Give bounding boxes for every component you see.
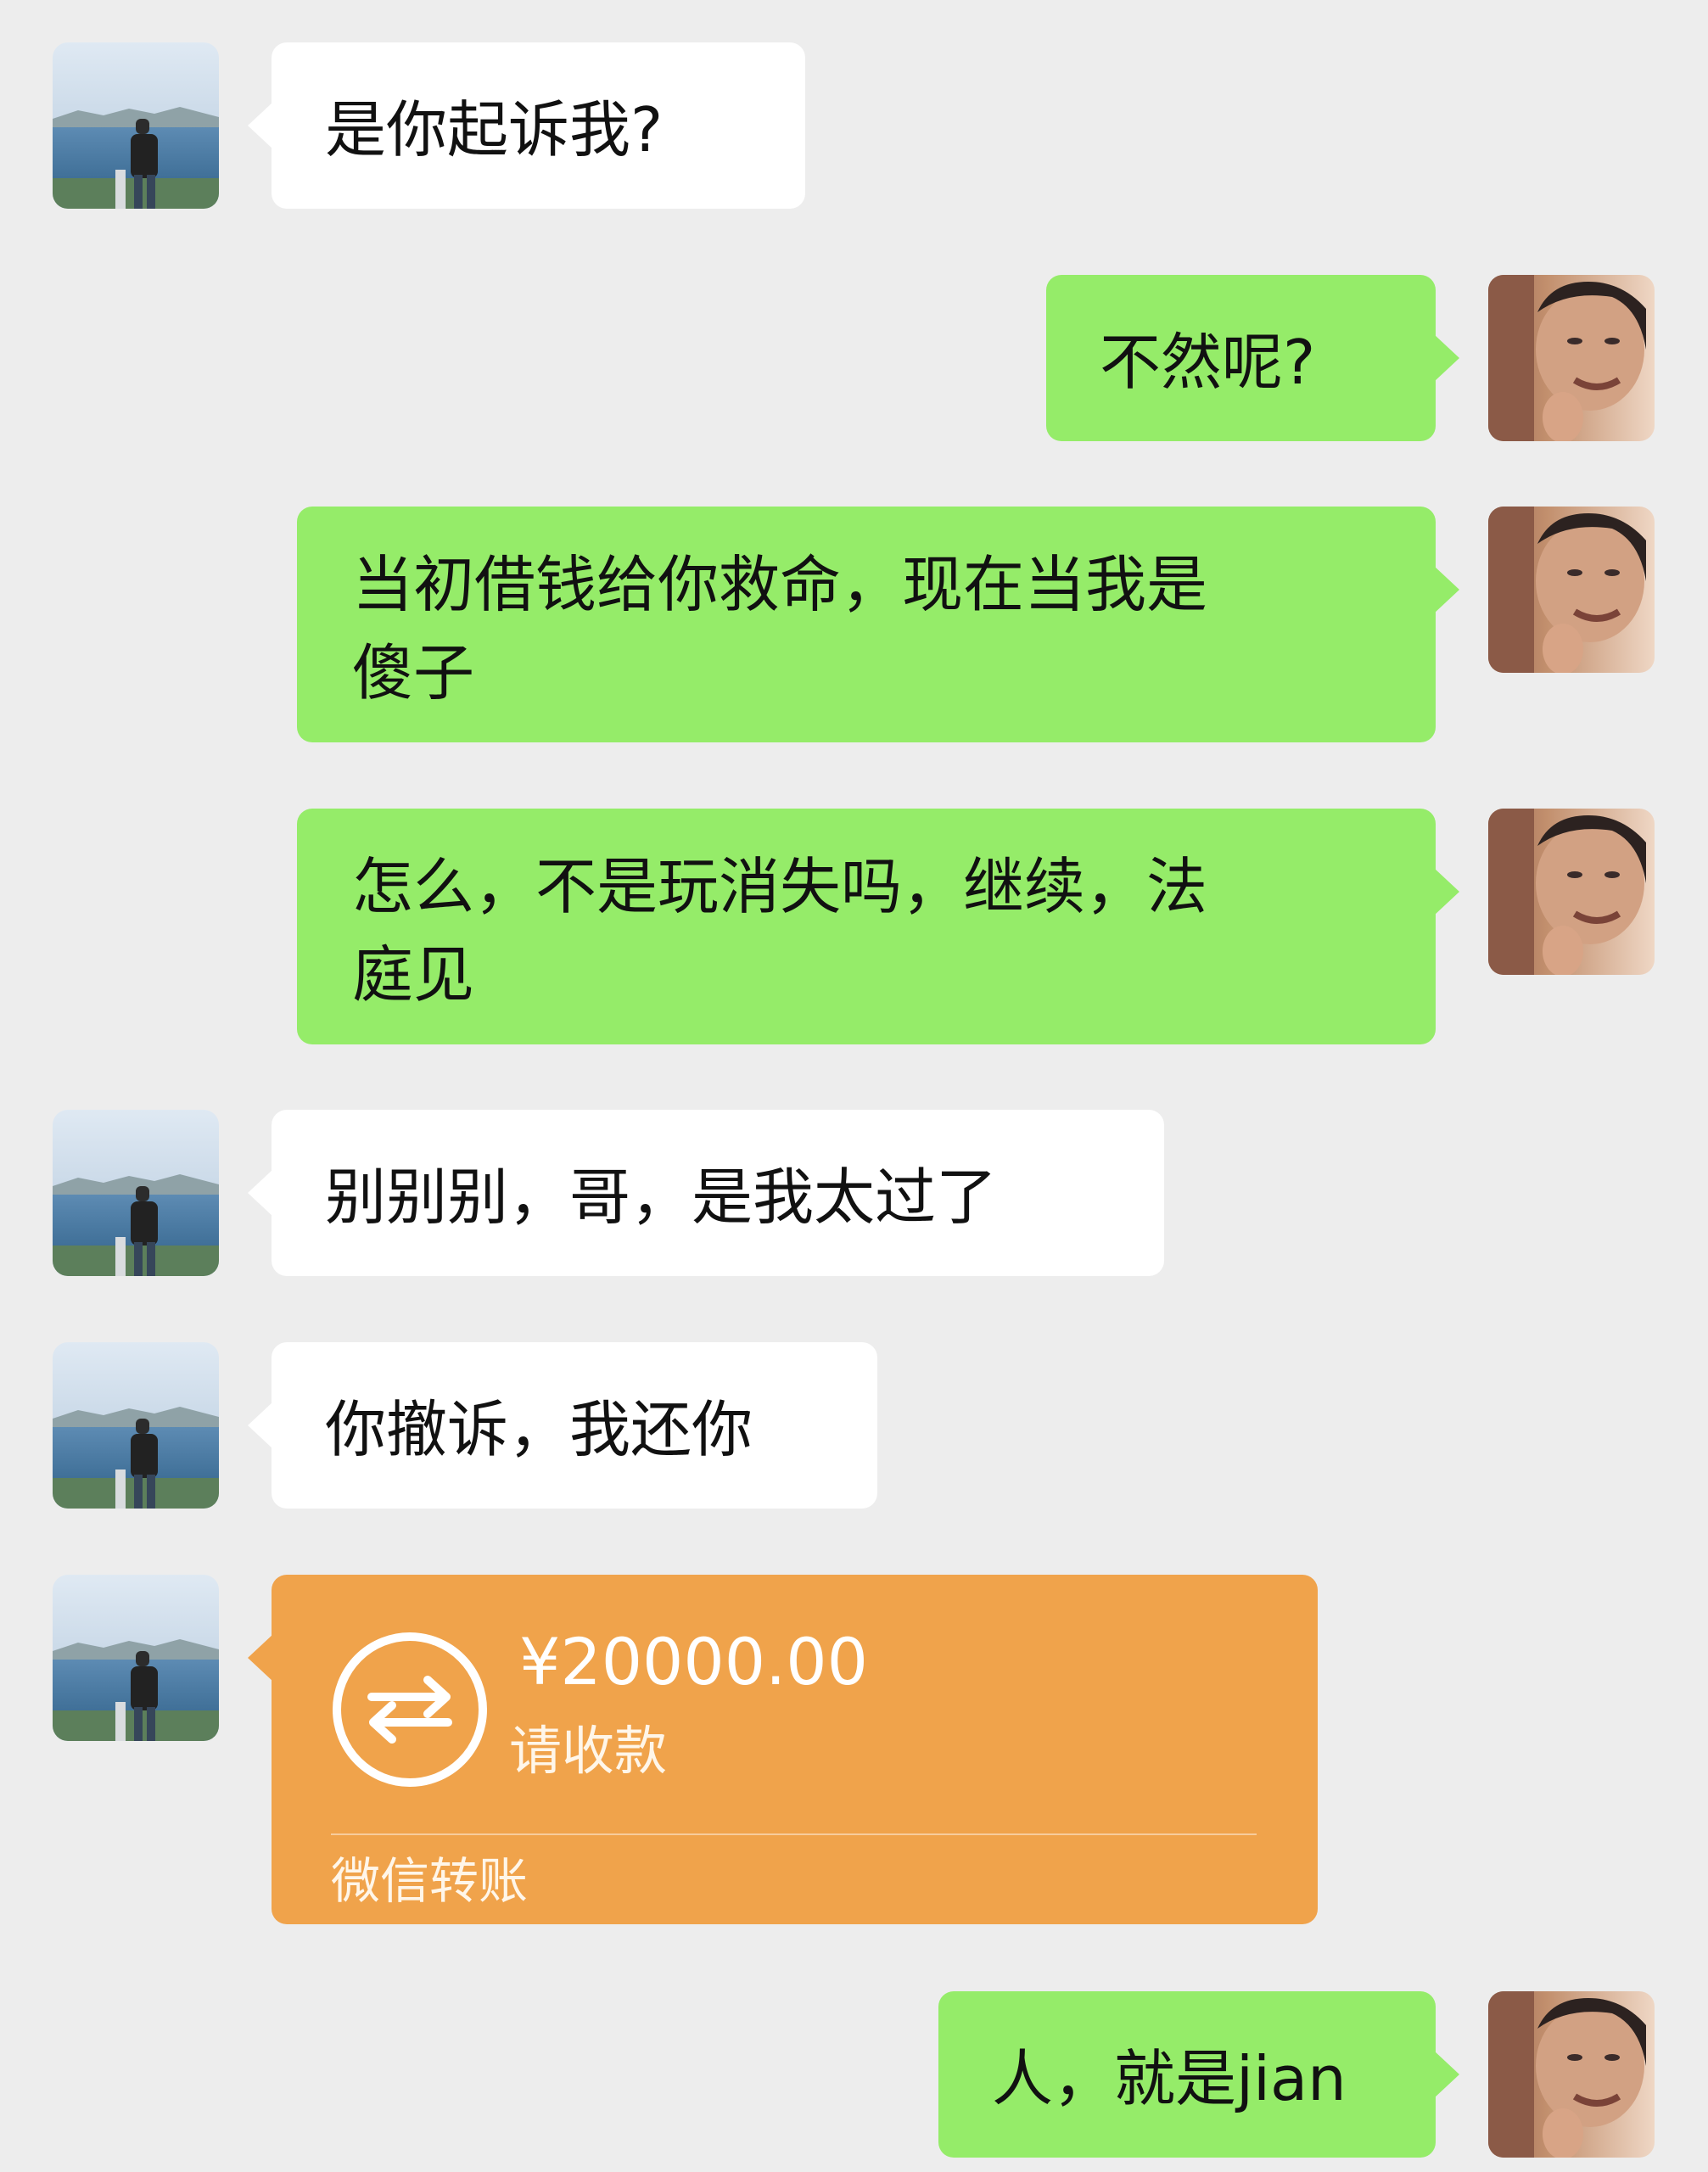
contact-avatar[interactable] bbox=[53, 1575, 219, 1741]
message-text: 不然呢? bbox=[1100, 327, 1316, 398]
message-bubble-outgoing[interactable]: 人，就是jian bbox=[938, 1991, 1459, 2158]
transfer-amount: ¥20000.00 bbox=[519, 1624, 868, 1699]
message-bubble-outgoing[interactable]: 怎么，不是玩消失吗，继续，法 庭见 bbox=[297, 809, 1459, 1044]
message-bubble-incoming[interactable]: 是你起诉我? bbox=[248, 42, 805, 209]
user-avatar[interactable] bbox=[1488, 507, 1655, 673]
message-bubble-outgoing[interactable]: 不然呢? bbox=[1046, 275, 1459, 441]
message-text: 是你起诉我? bbox=[325, 94, 664, 165]
transfer-arrows-icon bbox=[331, 1631, 489, 1789]
message-text: 别别别，哥，是我太过了 bbox=[325, 1162, 998, 1233]
contact-avatar[interactable] bbox=[53, 1342, 219, 1509]
contact-avatar[interactable] bbox=[53, 42, 219, 209]
transfer-label: 微信转账 bbox=[331, 1852, 529, 1910]
user-avatar[interactable] bbox=[1488, 275, 1655, 441]
transfer-divider bbox=[331, 1833, 1257, 1835]
user-avatar[interactable] bbox=[1488, 1991, 1655, 2158]
message-bubble-outgoing[interactable]: 当初借钱给你救命，现在当我是 傻子 bbox=[297, 507, 1459, 742]
message-text-line2: 傻子 bbox=[352, 637, 475, 708]
transfer-status: 请收款 bbox=[509, 1720, 668, 1782]
message-text-line2: 庭见 bbox=[352, 939, 475, 1010]
user-avatar[interactable] bbox=[1488, 809, 1655, 975]
message-text: 你撤诉，我还你 bbox=[325, 1394, 753, 1465]
message-bubble-incoming[interactable]: 你撤诉，我还你 bbox=[248, 1342, 877, 1509]
wechat-transfer-card[interactable]: ¥20000.00 请收款 微信转账 bbox=[248, 1575, 1318, 1924]
message-text-line1: 怎么，不是玩消失吗，继续，法 bbox=[352, 851, 1208, 922]
contact-avatar[interactable] bbox=[53, 1110, 219, 1276]
message-bubble-incoming[interactable]: 别别别，哥，是我太过了 bbox=[248, 1110, 1164, 1276]
message-text-line1: 当初借钱给你救命，现在当我是 bbox=[352, 549, 1208, 620]
message-text: 人，就是jian bbox=[992, 2043, 1347, 2114]
